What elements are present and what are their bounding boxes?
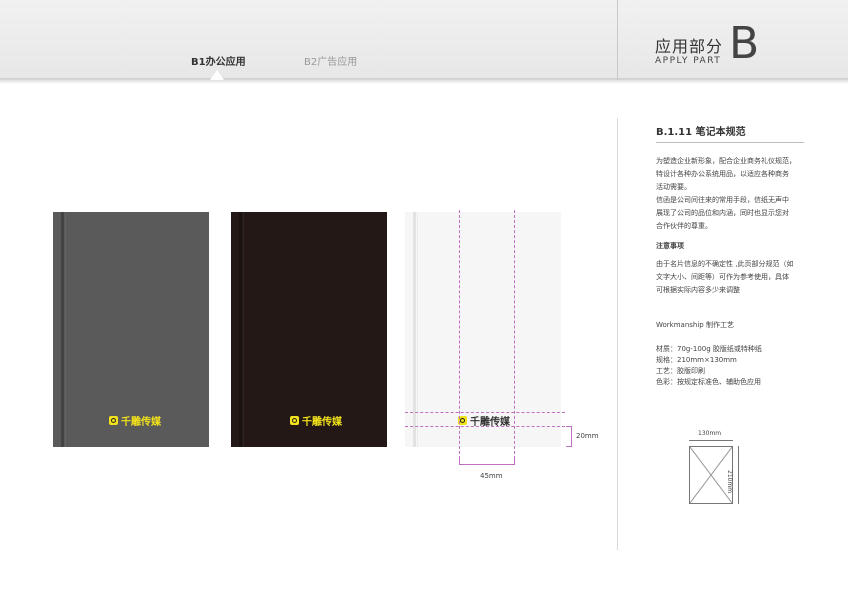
- notebook-spine-highlight: [65, 212, 66, 447]
- notebook-spine: [239, 212, 242, 447]
- title-rule: [656, 142, 804, 143]
- section-subtitle: APPLY PART: [655, 56, 722, 66]
- spec-line: 工艺：胶版印刷: [656, 367, 705, 375]
- description-line: 活动需要。: [656, 183, 691, 191]
- logo-mark-icon: [109, 416, 118, 425]
- logo-mark-icon: [290, 416, 299, 425]
- spec-height-rule: [738, 446, 739, 504]
- description-line: 合作伙伴的尊重。: [656, 222, 712, 230]
- header-shadow: [0, 78, 848, 84]
- specs-list: 材质：70g-100g 胶版纸或特种纸 规格：210mm×130mm 工艺：胶版…: [656, 344, 762, 388]
- notebook-spine: [61, 212, 64, 447]
- guide-horizontal-bottom: [405, 426, 565, 427]
- notebook-spine-highlight: [243, 212, 244, 447]
- company-logo: 千雕传媒: [109, 413, 161, 428]
- spec-height-label: 210mm: [726, 470, 733, 494]
- dimension-height-line: [571, 426, 572, 447]
- description-line: 为塑造企业新形象，配合企业商务礼仪规范，: [656, 157, 796, 165]
- notebook-dark: 千雕传媒: [231, 212, 387, 447]
- notes-heading: 注意事项: [656, 242, 684, 250]
- header-divider: [617, 0, 618, 80]
- notebook-grey: 千雕传媒: [53, 212, 209, 447]
- spec-width-rule: [689, 440, 733, 441]
- spec-line: 规格：210mm×130mm: [656, 356, 737, 364]
- notes-line: 可根据实际内容多少来调整: [656, 286, 740, 294]
- section-letter: B: [729, 18, 760, 69]
- spec-line: 色彩：按规定标准色、辅助色应用: [656, 378, 761, 386]
- active-tab-pointer: [210, 70, 224, 80]
- description-line: 信函是公司间往来的常用手段，信纸无声中: [656, 196, 789, 204]
- description-line: 特设计各种办公系统用品，以适应各种商务: [656, 170, 789, 178]
- logo-text: 千雕传媒: [302, 417, 342, 428]
- logo-text: 千雕传媒: [121, 417, 161, 428]
- notes-line: 文字大小、间距等）可作为参考使用，具体: [656, 273, 789, 281]
- notes-text: 由于名片信息的不确定性 ,此页部分规范（如 文字大小、间距等）可作为参考使用，具…: [656, 258, 808, 297]
- description-text: 为塑造企业新形象，配合企业商务礼仪规范， 特设计各种办公系统用品，以适应各种商务…: [656, 155, 808, 233]
- dimension-height-label: 20mm: [576, 432, 599, 440]
- tab-office-application[interactable]: B1办公应用: [191, 53, 246, 68]
- column-divider: [617, 118, 618, 550]
- spec-width-label: 130mm: [698, 430, 722, 437]
- company-logo: 千雕传媒: [290, 413, 342, 428]
- workmanship-heading: Workmanship 制作工艺: [656, 321, 734, 329]
- section-title: 应用部分: [655, 37, 724, 56]
- notes-line: 由于名片信息的不确定性 ,此页部分规范（如: [656, 260, 794, 268]
- description-line: 展现了公司的品位和内涵，同时也显示您对: [656, 209, 789, 217]
- guide-horizontal-top: [405, 412, 565, 413]
- spec-line: 材质：70g-100g 胶版纸或特种纸: [656, 345, 762, 353]
- tab-advertising-application[interactable]: B2广告应用: [304, 53, 357, 68]
- dimension-width-label: 45mm: [480, 472, 503, 480]
- dimension-width-line: [459, 464, 515, 465]
- spec-title: B.1.11 笔记本规范: [656, 127, 746, 138]
